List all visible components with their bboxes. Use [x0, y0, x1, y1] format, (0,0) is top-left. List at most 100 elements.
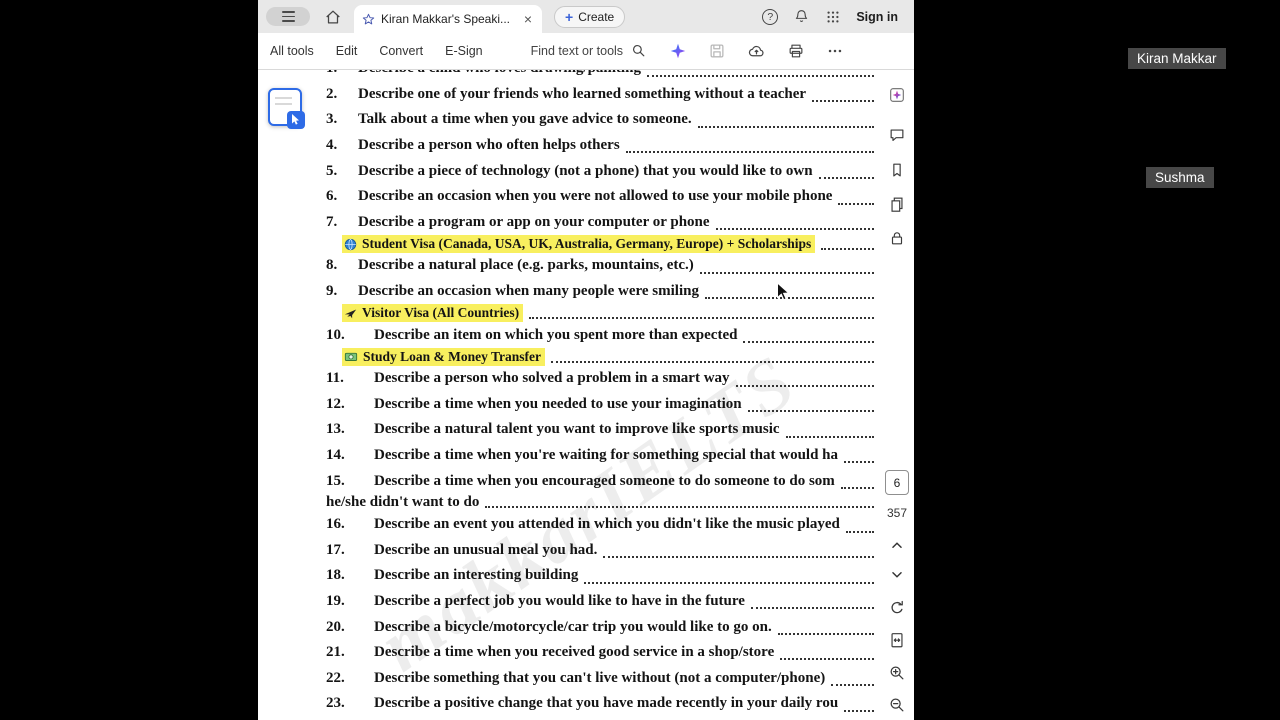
item-text: Describe an occasion when you were not a… [358, 188, 833, 205]
apps-grid-icon[interactable] [825, 9, 841, 25]
page-number-input[interactable]: 6 [885, 470, 909, 495]
item-text: Describe one of your friends who learned… [358, 85, 807, 102]
dot-leader [625, 151, 874, 154]
dot-leader [785, 435, 874, 438]
item-number: 14. [326, 447, 345, 464]
list-item: 18. Describe an interesting building [326, 563, 876, 589]
list-item: 15. Describe a time when you encouraged s… [326, 468, 876, 494]
list-item-continuation: he/she didn't want to do [326, 494, 876, 512]
list-item: 6. Describe an occasion when you were not… [326, 184, 876, 210]
item-text: Describe a time when you received good s… [374, 644, 775, 661]
item-number: 23. [326, 695, 345, 712]
bookmarks-icon[interactable] [888, 161, 906, 179]
tab-all-tools[interactable]: All tools [270, 44, 314, 58]
item-number: 21. [326, 644, 345, 661]
ai-assistant-icon[interactable] [669, 42, 687, 60]
dot-leader [838, 202, 874, 205]
item-number: 1. [326, 70, 358, 77]
item-text: Describe a time when you're waiting for … [374, 447, 839, 464]
item-text: Describe something that you can't live w… [374, 669, 826, 686]
list-item: 19. Describe a perfect job you would like… [326, 589, 876, 615]
list-item: 16. Describe an event you attended in whi… [326, 512, 876, 538]
tab-title: Kiran Makkar's Speaki... [381, 12, 511, 26]
tab-edit[interactable]: Edit [336, 44, 358, 58]
highlight-row: Student Visa (Canada, USA, UK, Australia… [326, 235, 876, 254]
item-text: Describe an item on which you spent more… [374, 326, 738, 343]
dot-leader [831, 684, 874, 687]
more-options-icon[interactable] [826, 42, 844, 60]
page-total: 357 [886, 506, 908, 520]
find-button[interactable]: Find text or tools [531, 43, 647, 59]
acrobat-window: Kiran Makkar's Speaki... × + Create ? Si… [258, 0, 914, 720]
organize-pages-icon[interactable] [888, 195, 906, 213]
zoom-in-icon[interactable] [888, 664, 906, 682]
protect-lock-icon[interactable] [888, 229, 906, 247]
highlight-text: Study Loan & Money Transfer [363, 348, 542, 364]
previous-page-icon[interactable] [888, 536, 906, 554]
rotate-view-icon[interactable] [888, 599, 906, 617]
screen: Kiran Makkar's Speaki... × + Create ? Si… [0, 0, 1280, 720]
plus-icon: + [565, 8, 574, 25]
zoom-out-icon[interactable] [888, 696, 906, 714]
list-item: 23. Describe a positive change that you h… [326, 691, 876, 717]
hamburger-icon [281, 11, 295, 22]
item-text: Describe a person who often helps others [358, 137, 620, 154]
dot-leader [529, 317, 874, 320]
menu-button[interactable] [266, 7, 310, 26]
list-item: 14. Describe a time when you're waiting f… [326, 443, 876, 469]
cloud-upload-icon[interactable] [747, 42, 766, 61]
globe-icon [344, 238, 357, 251]
titlebar: Kiran Makkar's Speaki... × + Create ? Si… [258, 0, 914, 33]
highlight-row: Visitor Visa (All Countries) [326, 304, 876, 323]
dot-leader [743, 340, 874, 343]
dot-leader [584, 581, 874, 584]
item-number: 2. [326, 85, 338, 102]
list-item: 12. Describe a time when you needed to us… [326, 392, 876, 418]
document-tab[interactable]: Kiran Makkar's Speaki... × [354, 5, 542, 33]
list-item: 11. Describe a person who solved a proble… [326, 366, 876, 392]
tab-esign[interactable]: E-Sign [445, 44, 483, 58]
create-label: Create [578, 9, 615, 24]
tab-convert[interactable]: Convert [379, 44, 423, 58]
item-number: 19. [326, 592, 345, 609]
dot-leader [697, 125, 874, 128]
dot-leader [704, 297, 874, 300]
dot-leader [715, 228, 874, 231]
item-text: Talk about a time when you gave advice t… [358, 111, 692, 128]
notifications-icon[interactable] [793, 8, 810, 25]
list-item: 17. Describe an unusual meal you had. [326, 538, 876, 564]
item-number: 4. [326, 137, 338, 154]
item-number: 15. [326, 472, 345, 489]
tab-close-icon[interactable]: × [522, 12, 534, 26]
fit-width-icon[interactable] [888, 631, 906, 649]
money-icon [344, 350, 358, 363]
item-text: Describe a bicycle/motorcycle/car trip y… [374, 618, 772, 635]
titlebar-right: ? Sign in [762, 8, 898, 25]
generative-summary-icon[interactable] [888, 86, 906, 104]
participant-name: Kiran Makkar [1128, 48, 1226, 69]
dot-leader [551, 360, 874, 363]
dot-leader [812, 100, 874, 103]
item-text: Describe a person who solved a problem i… [374, 370, 730, 387]
help-icon[interactable]: ? [762, 8, 779, 25]
item-number: 6. [326, 188, 338, 205]
item-text: Describe an occasion when many people we… [358, 283, 699, 300]
save-icon[interactable] [708, 42, 726, 60]
dot-leader [780, 658, 874, 661]
dot-leader [603, 556, 874, 559]
list-item: 21. Describe a time when you received goo… [326, 640, 876, 666]
list-item: 4. Describe a person who often helps othe… [326, 133, 876, 159]
home-icon[interactable] [324, 8, 342, 26]
list-item: 7. Describe a program or app on your comp… [326, 210, 876, 236]
next-page-icon[interactable] [888, 566, 906, 584]
create-button[interactable]: + Create [554, 5, 626, 28]
highlight: Study Loan & Money Transfer [342, 347, 546, 366]
item-text: Describe an event you attended in which … [374, 516, 840, 533]
sign-in-button[interactable]: Sign in [856, 10, 898, 24]
print-icon[interactable] [787, 42, 805, 60]
comments-icon[interactable] [888, 126, 906, 144]
select-tool-widget[interactable] [268, 88, 305, 129]
highlight: Visitor Visa (All Countries) [342, 304, 524, 323]
item-number: 12. [326, 395, 345, 412]
list-item: 3. Talk about a time when you gave advice… [326, 107, 876, 133]
